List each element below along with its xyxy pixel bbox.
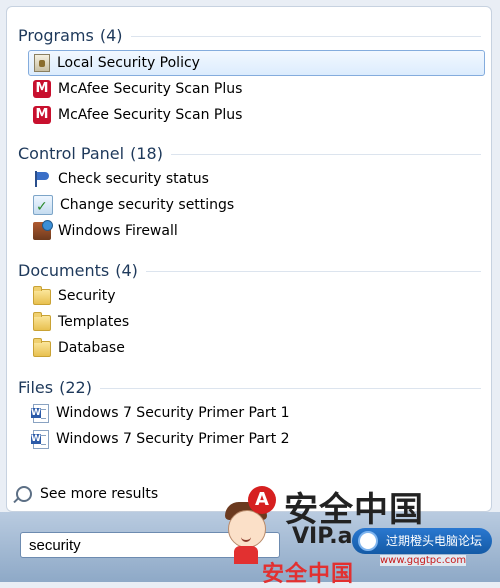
see-more-results-link[interactable]: See more results bbox=[16, 486, 158, 502]
result-label: Change security settings bbox=[60, 197, 235, 213]
result-label: Local Security Policy bbox=[57, 55, 200, 71]
watermark-logo: A bbox=[248, 486, 276, 514]
result-check-security-status[interactable]: Check security status bbox=[28, 166, 485, 192]
result-file-primer-part-1[interactable]: Windows 7 Security Primer Part 1 bbox=[28, 400, 485, 426]
result-label: McAfee Security Scan Plus bbox=[58, 81, 243, 97]
section-divider bbox=[130, 35, 481, 37]
section-count: (22) bbox=[59, 378, 92, 397]
result-label: Database bbox=[58, 340, 125, 356]
result-mcafee-security-scan-plus[interactable]: M McAfee Security Scan Plus bbox=[28, 76, 485, 102]
see-more-label: See more results bbox=[40, 486, 159, 502]
section-count: (18) bbox=[130, 144, 163, 163]
section-title: Control Panel bbox=[18, 144, 125, 163]
result-label: Windows Firewall bbox=[58, 223, 178, 239]
section-documents: Documents (4) Security Templates Databas… bbox=[18, 259, 491, 361]
section-count: (4) bbox=[99, 26, 123, 45]
section-header-files[interactable]: Files (22) bbox=[18, 376, 491, 400]
section-count: (4) bbox=[115, 261, 138, 280]
watermark-url: www.gqgtpc.com bbox=[380, 555, 467, 566]
watermark-banner: 安全中国 bbox=[262, 562, 355, 587]
result-local-security-policy[interactable]: Local Security Policy bbox=[28, 50, 485, 76]
result-folder-security[interactable]: Security bbox=[28, 283, 485, 309]
section-control-panel: Control Panel (18) Check security status… bbox=[18, 142, 491, 244]
section-header-control-panel[interactable]: Control Panel (18) bbox=[18, 142, 491, 166]
start-menu-search-results: Programs (4) Local Security Policy M McA… bbox=[6, 6, 492, 512]
word-document-icon bbox=[31, 429, 49, 449]
mcafee-icon: M bbox=[33, 80, 51, 98]
firewall-icon bbox=[33, 220, 53, 240]
result-label: Security bbox=[58, 288, 116, 304]
result-file-primer-part-2[interactable]: Windows 7 Security Primer Part 2 bbox=[28, 426, 485, 452]
section-title: Programs bbox=[18, 26, 94, 45]
security-policy-icon bbox=[34, 54, 50, 72]
result-mcafee-security-scan-plus-2[interactable]: M McAfee Security Scan Plus bbox=[28, 102, 485, 128]
section-divider bbox=[99, 387, 481, 389]
section-header-programs[interactable]: Programs (4) bbox=[18, 24, 491, 48]
watermark-tag: 过期橙头电脑论坛 bbox=[352, 528, 492, 554]
result-folder-database[interactable]: Database bbox=[28, 335, 485, 361]
folder-icon bbox=[33, 338, 51, 357]
section-divider bbox=[170, 153, 481, 155]
folder-icon bbox=[33, 312, 51, 331]
mcafee-icon: M bbox=[33, 106, 51, 124]
section-divider bbox=[145, 270, 481, 272]
security-settings-icon bbox=[33, 194, 53, 220]
result-folder-templates[interactable]: Templates bbox=[28, 309, 485, 335]
result-label: Check security status bbox=[58, 171, 209, 187]
watermark-vip: VIP.a bbox=[292, 524, 353, 549]
magnifier-icon bbox=[16, 486, 32, 502]
section-files: Files (22) Windows 7 Security Primer Par… bbox=[18, 376, 491, 452]
result-windows-firewall[interactable]: Windows Firewall bbox=[28, 218, 485, 244]
section-title: Documents bbox=[18, 261, 110, 280]
section-programs: Programs (4) Local Security Policy M McA… bbox=[18, 24, 491, 128]
result-label: McAfee Security Scan Plus bbox=[58, 107, 243, 123]
result-label: Windows 7 Security Primer Part 2 bbox=[56, 431, 290, 447]
folder-icon bbox=[33, 286, 51, 305]
result-label: Windows 7 Security Primer Part 1 bbox=[56, 405, 290, 421]
action-center-flag-icon bbox=[33, 170, 51, 188]
section-title: Files bbox=[18, 378, 54, 397]
result-label: Templates bbox=[58, 314, 130, 330]
result-change-security-settings[interactable]: Change security settings bbox=[28, 192, 485, 220]
section-header-documents[interactable]: Documents (4) bbox=[18, 259, 491, 283]
word-document-icon bbox=[31, 403, 49, 423]
